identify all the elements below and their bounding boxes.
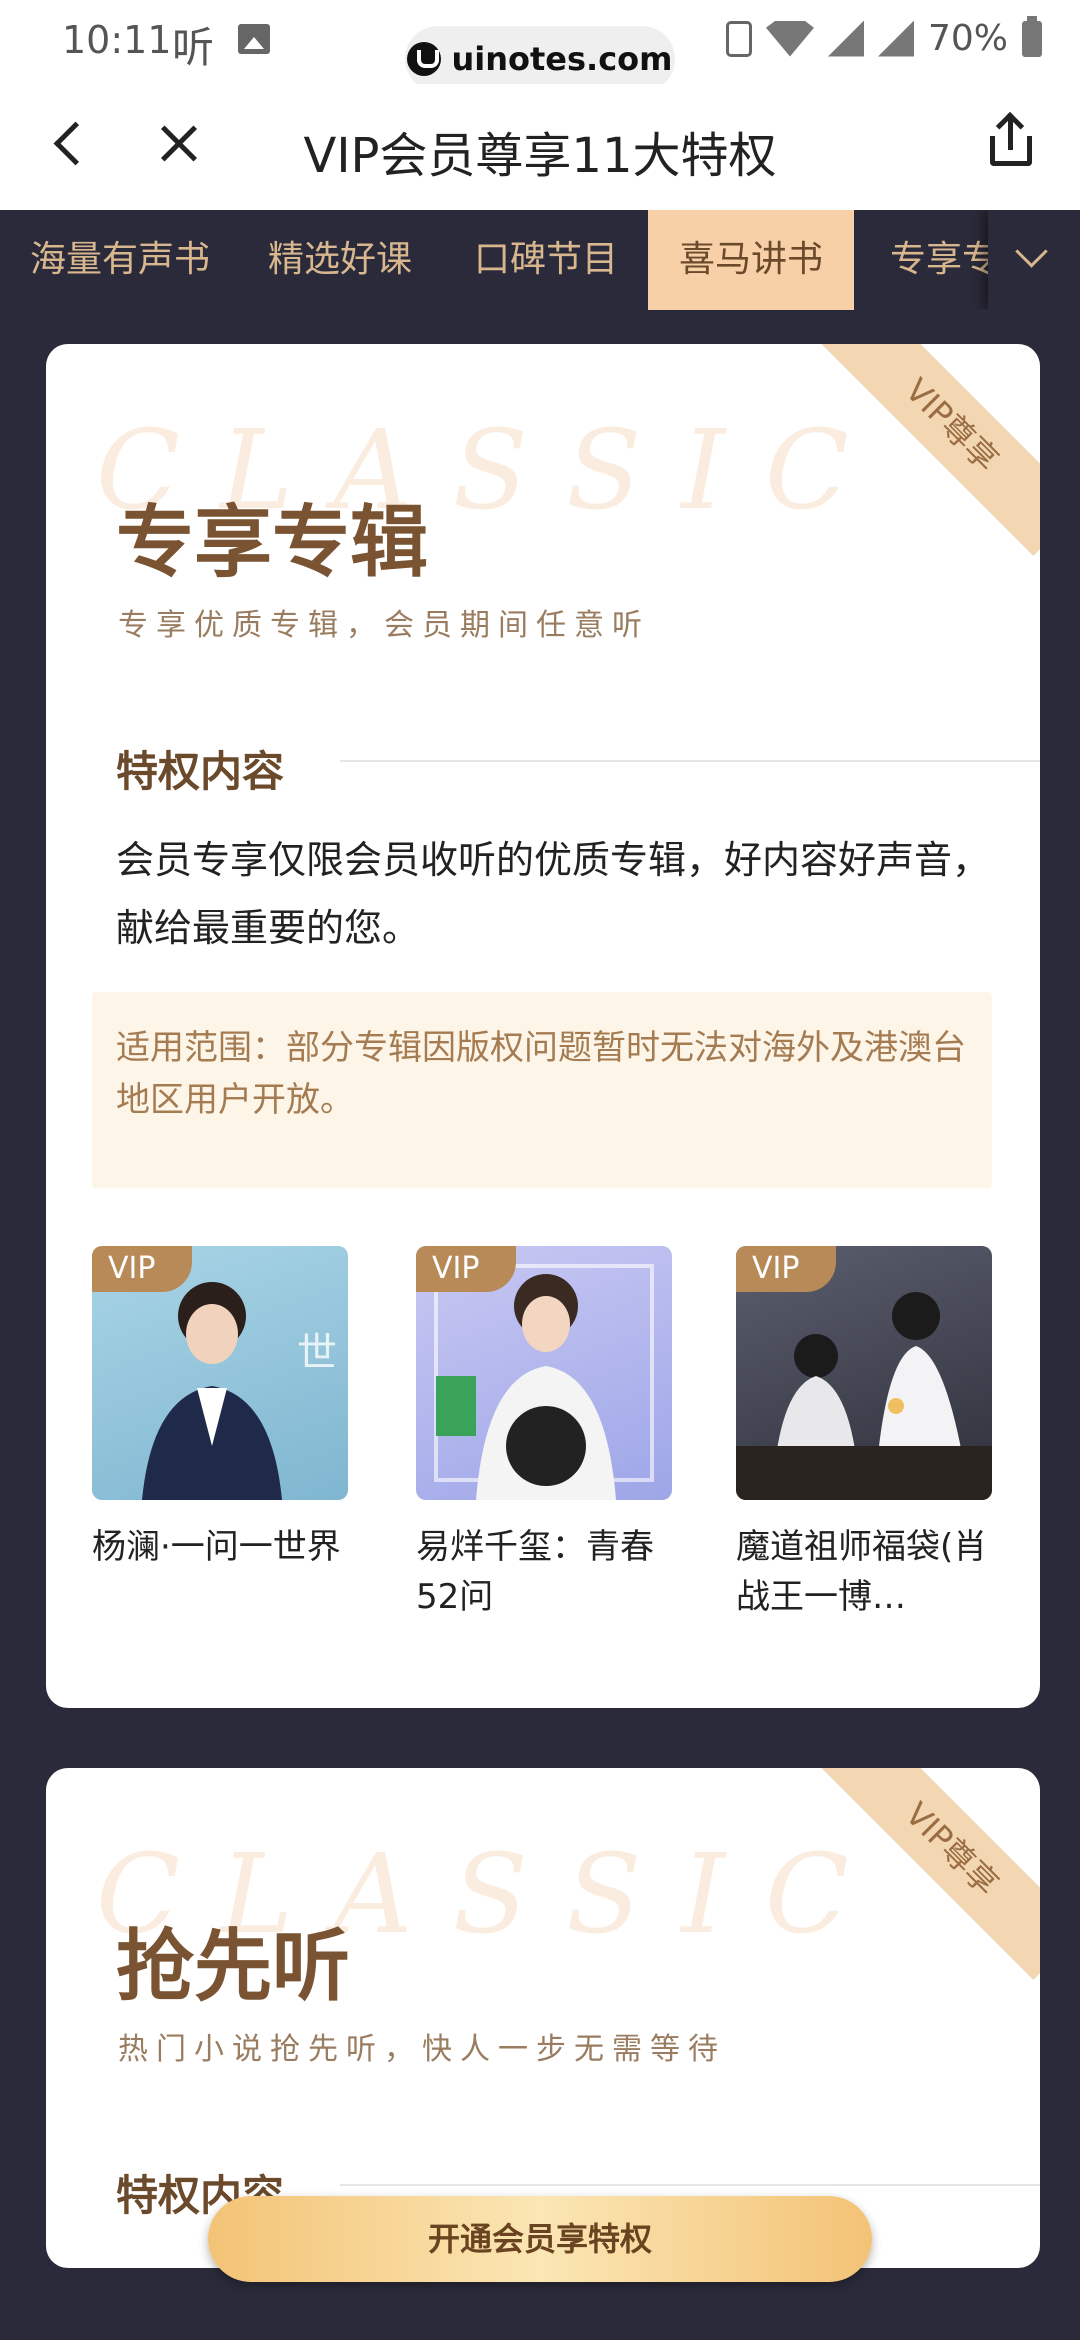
album-item[interactable]: VIP 易烊千玺：青春52问: [416, 1246, 672, 1622]
divider: [340, 760, 1040, 762]
scope-notice: 适用范围：部分专辑因版权问题暂时无法对海外及港澳台地区用户开放。: [92, 992, 992, 1188]
privilege-card-early-access: VIP尊享 CLASSIC 抢先听 热门小说抢先听，快人一步无需等待 特权内容: [46, 1768, 1040, 2268]
page-title: VIP会员尊享11大特权: [303, 128, 777, 184]
divider: [340, 2184, 1040, 2186]
card-title: 抢先听: [116, 1922, 351, 2012]
status-bar: 10:11 听 uinotes.com 70%: [0, 0, 1080, 92]
signal-icon: [827, 20, 864, 57]
status-time: 10:11: [62, 18, 172, 62]
tab-programs[interactable]: 口碑节目: [446, 210, 646, 310]
card-subtitle: 专享优质专辑，会员期间任意听: [118, 608, 650, 643]
privilege-description: 会员专享仅限会员收听的优质专辑，好内容好声音，献给最重要的您。: [116, 838, 991, 950]
signal-icon-2: [877, 20, 914, 57]
vip-badge: VIP: [92, 1246, 192, 1292]
image-notification-icon: [238, 24, 270, 54]
chevron-down-icon[interactable]: [988, 210, 1080, 310]
album-item[interactable]: 世 VIP 杨澜·一问一世界: [92, 1246, 348, 1572]
share-icon[interactable]: [980, 111, 1040, 172]
open-membership-button[interactable]: 开通会员享特权: [208, 2196, 872, 2282]
svg-text:世: 世: [297, 1330, 337, 1376]
album-cover: 世 VIP: [92, 1246, 348, 1500]
card-subtitle: 热门小说抢先听，快人一步无需等待: [118, 2032, 726, 2067]
vip-badge: VIP: [736, 1246, 836, 1292]
uinotes-logo-icon: [407, 42, 442, 76]
privilege-card-exclusive: VIP尊享 CLASSIC 专享专辑 专享优质专辑，会员期间任意听 特权内容 会…: [46, 344, 1040, 1708]
album-title: 魔道祖师福袋(肖战王一博…: [736, 1527, 988, 1617]
vibrate-icon: [725, 20, 752, 57]
wifi-icon: [765, 20, 814, 57]
album-item[interactable]: VIP 魔道祖师福袋(肖战王一博…: [736, 1246, 992, 1622]
header: VIP会员尊享11大特权: [0, 84, 1080, 210]
url-text: uinotes.com: [451, 40, 673, 78]
tab-courses[interactable]: 精选好课: [240, 210, 440, 310]
tab-audiobooks[interactable]: 海量有声书: [0, 210, 240, 310]
album-cover: VIP: [736, 1246, 992, 1500]
album-title: 杨澜·一问一世界: [92, 1527, 341, 1567]
status-indicators: 70%: [725, 15, 1042, 59]
tab-bar: 海量有声书 精选好课 口碑节目 喜马讲书 专享专辑: [0, 210, 1080, 310]
battery-icon: [1022, 15, 1042, 57]
tab-ximalaya-books[interactable]: 喜马讲书: [648, 210, 854, 310]
album-cover: VIP: [416, 1246, 672, 1500]
section-heading: 特权内容: [116, 747, 285, 796]
battery-percent: 70%: [927, 18, 1008, 59]
album-title: 易烊千玺：青春52问: [416, 1527, 654, 1617]
ting-app-icon: 听: [172, 23, 215, 72]
card-title: 专享专辑: [116, 498, 429, 588]
vip-badge: VIP: [416, 1246, 516, 1292]
url-pill[interactable]: uinotes.com: [405, 26, 675, 92]
